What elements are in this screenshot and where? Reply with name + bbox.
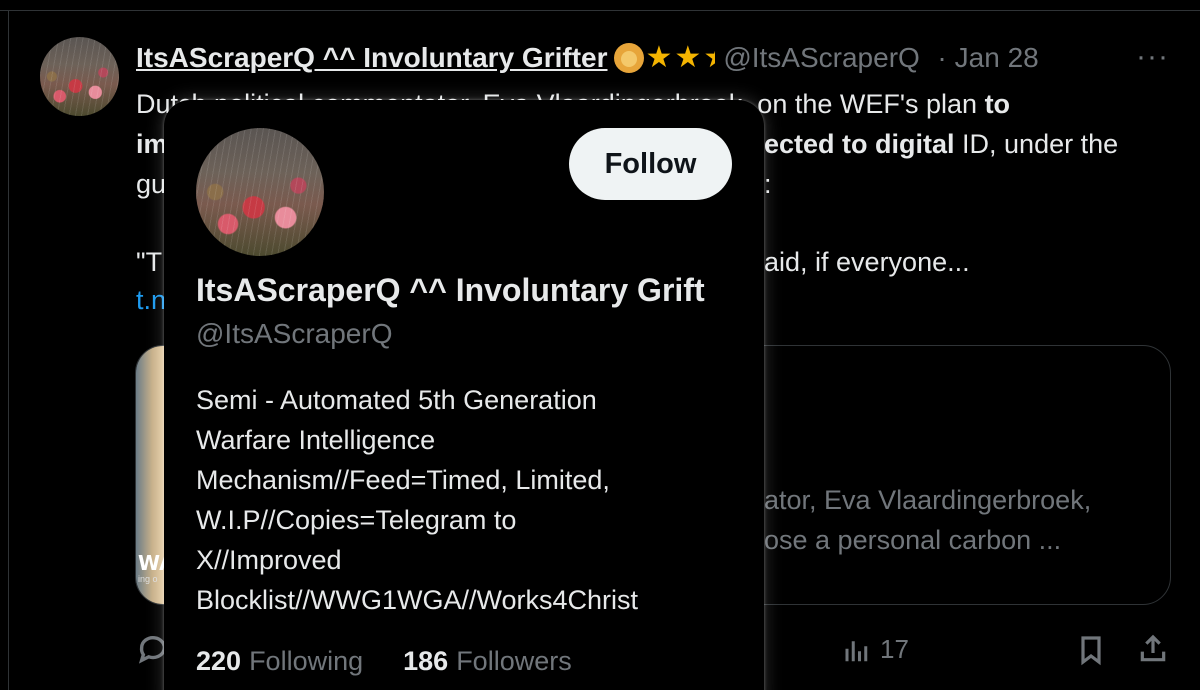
- tweet-quote-end: aid, if everyone...: [764, 247, 970, 277]
- views-button[interactable]: 17: [842, 634, 909, 665]
- hover-card-stats: 220 Following 186 Followers: [196, 646, 572, 677]
- follow-button[interactable]: Follow: [569, 128, 732, 200]
- share-button[interactable]: [1137, 632, 1169, 666]
- half-star-icon: ★: [703, 43, 715, 73]
- followers-link[interactable]: 186 Followers: [403, 646, 572, 677]
- hover-card-bio: Semi - Automated 5th Generation Warfare …: [196, 385, 639, 615]
- following-label: Following: [249, 646, 364, 676]
- hover-card-name[interactable]: ItsAScraperQ ^^ Involuntary Grift: [196, 272, 705, 309]
- followers-count: 186: [403, 646, 449, 676]
- page: ItsAScraperQ ^^ Involuntary Grifter ★ ★ …: [0, 0, 1200, 690]
- bookmark-button[interactable]: [1075, 632, 1107, 668]
- tweet-link[interactable]: t.n: [136, 282, 166, 318]
- profile-hover-card: Follow ItsAScraperQ ^^ Involuntary Grift…: [164, 100, 764, 690]
- hover-card-handle[interactable]: @ItsAScraperQ: [196, 318, 392, 350]
- star-icon: ★: [674, 41, 702, 74]
- following-link[interactable]: 220 Following: [196, 646, 363, 677]
- tweet-text-bold: to: [984, 89, 1011, 119]
- share-icon: [1140, 634, 1166, 662]
- bookmark-icon: [1081, 636, 1101, 666]
- tweet-text-bold: im: [136, 129, 168, 159]
- author-display-name[interactable]: ItsAScraperQ ^^ Involuntary Grifter: [136, 42, 608, 74]
- more-icon[interactable]: ···: [1136, 40, 1169, 74]
- lion-badge-icon: [613, 43, 644, 73]
- avatar[interactable]: [40, 37, 119, 116]
- tweet-quote-start: "T: [136, 247, 163, 277]
- tweet-text-segment: ID, under the: [954, 129, 1119, 159]
- divider: [0, 10, 1200, 11]
- author-handle[interactable]: @ItsAScraperQ: [723, 42, 929, 74]
- views-count: 17: [880, 634, 909, 664]
- views-icon: [845, 640, 868, 661]
- badges: ★ ★ ★: [613, 41, 715, 74]
- tweet-text-segment: :: [764, 169, 772, 199]
- column-border: [8, 10, 9, 690]
- hover-card-avatar[interactable]: [196, 128, 324, 256]
- tweet-text-segment: gu: [136, 169, 167, 199]
- card-thumbnail-caption: ing o: [138, 574, 158, 584]
- card-description: ator, Eva Vlaardingerbroek, ose a person…: [764, 480, 1091, 560]
- tweet-header: ItsAScraperQ ^^ Involuntary Grifter ★ ★ …: [136, 38, 1039, 78]
- followers-label: Followers: [456, 646, 572, 676]
- card-description-line: ose a personal carbon ...: [764, 525, 1062, 555]
- separator: ·: [937, 42, 947, 73]
- tweet-timestamp[interactable]: Jan 28: [955, 42, 1039, 74]
- card-description-line: ator, Eva Vlaardingerbroek,: [764, 485, 1092, 515]
- star-icon: ★: [645, 41, 673, 74]
- following-count: 220: [196, 646, 242, 676]
- tweet-text-bold: ected to digital: [764, 129, 955, 159]
